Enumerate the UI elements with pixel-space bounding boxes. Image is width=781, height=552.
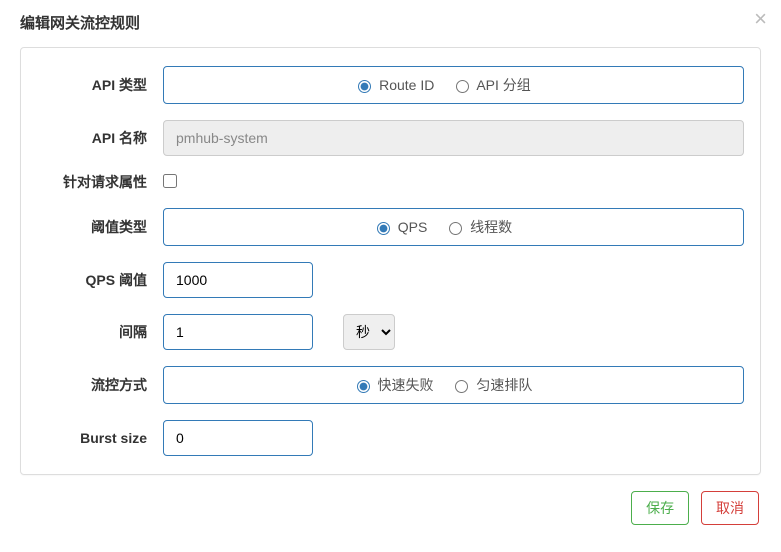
- threshold-type-radio-group: QPS 线程数: [163, 208, 744, 246]
- row-control-mode: 流控方式 快速失败 匀速排队: [37, 366, 744, 404]
- close-icon[interactable]: ×: [754, 6, 767, 32]
- radio-route-id[interactable]: Route ID: [358, 77, 438, 93]
- label-threshold-type: 阈值类型: [37, 217, 147, 237]
- row-interval: 间隔 秒: [37, 314, 744, 350]
- label-qps-threshold: QPS 阈值: [37, 270, 147, 290]
- label-match-attr: 针对请求属性: [37, 172, 147, 192]
- radio-qps-label: QPS: [398, 219, 428, 235]
- radio-route-id-label: Route ID: [379, 77, 434, 93]
- api-name-input: [163, 120, 744, 156]
- row-qps-threshold: QPS 阈值: [37, 262, 744, 298]
- row-match-attr: 针对请求属性: [37, 172, 744, 192]
- radio-fast-fail[interactable]: 快速失败: [357, 377, 438, 393]
- label-burst-size: Burst size: [37, 430, 147, 446]
- radio-api-group[interactable]: API 分组: [456, 77, 531, 93]
- label-api-name: API 名称: [37, 128, 147, 148]
- radio-threads-input[interactable]: [449, 222, 462, 235]
- edit-flow-rule-modal: 编辑网关流控规则 × API 类型 Route ID API 分组: [0, 0, 781, 552]
- radio-qps[interactable]: QPS: [377, 219, 431, 235]
- burst-size-input[interactable]: [163, 420, 313, 456]
- interval-unit-select[interactable]: 秒: [343, 314, 395, 350]
- control-mode-radio-group: 快速失败 匀速排队: [163, 366, 744, 404]
- label-interval: 间隔: [37, 322, 147, 342]
- radio-fast-fail-input[interactable]: [357, 380, 370, 393]
- radio-qps-input[interactable]: [377, 222, 390, 235]
- form-panel: API 类型 Route ID API 分组 API 名称: [20, 47, 761, 475]
- save-button[interactable]: 保存: [631, 491, 689, 525]
- row-api-type: API 类型 Route ID API 分组: [37, 66, 744, 104]
- radio-queue-label: 匀速排队: [476, 377, 532, 393]
- qps-threshold-input[interactable]: [163, 262, 313, 298]
- row-burst-size: Burst size: [37, 420, 744, 456]
- radio-queue-input[interactable]: [455, 380, 468, 393]
- label-api-type: API 类型: [37, 75, 147, 95]
- radio-threads[interactable]: 线程数: [449, 219, 512, 235]
- label-control-mode: 流控方式: [37, 375, 147, 395]
- radio-fast-fail-label: 快速失败: [378, 377, 434, 393]
- row-api-name: API 名称: [37, 120, 744, 156]
- api-type-radio-group: Route ID API 分组: [163, 66, 744, 104]
- radio-api-group-label: API 分组: [476, 77, 530, 93]
- radio-route-id-input[interactable]: [358, 80, 371, 93]
- row-threshold-type: 阈值类型 QPS 线程数: [37, 208, 744, 246]
- match-attr-checkbox[interactable]: [163, 174, 177, 188]
- button-row: 保存 取消: [0, 491, 781, 541]
- radio-queue[interactable]: 匀速排队: [455, 377, 532, 393]
- radio-threads-label: 线程数: [470, 219, 512, 235]
- radio-api-group-input[interactable]: [456, 80, 469, 93]
- cancel-button[interactable]: 取消: [701, 491, 759, 525]
- interval-input[interactable]: [163, 314, 313, 350]
- modal-title: 编辑网关流控规则: [0, 0, 781, 39]
